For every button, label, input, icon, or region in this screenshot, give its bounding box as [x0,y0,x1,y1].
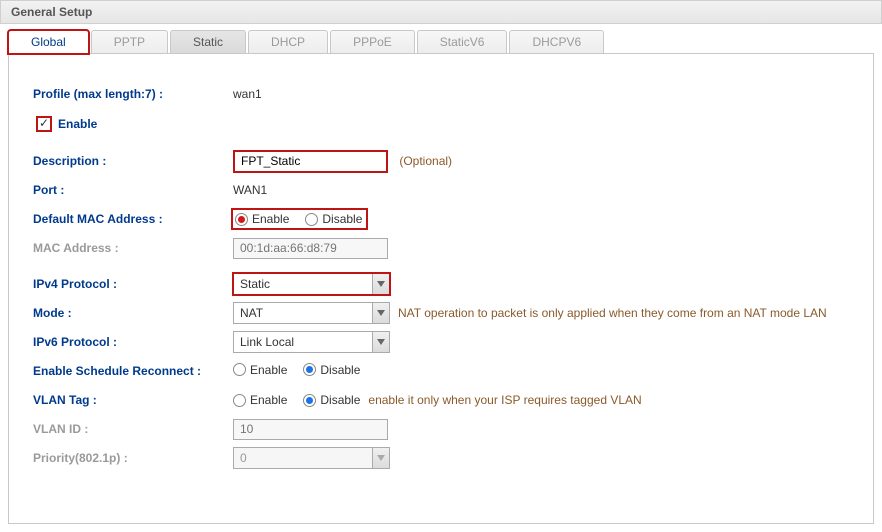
priority-select: 0 [233,447,390,469]
radio-disable-label: Disable [320,393,360,407]
panel-title: General Setup [0,0,882,24]
vlan-radio-group: Enable Disable [233,393,360,407]
schedule-radio-group: Enable Disable [233,363,360,377]
ipv6-select-value: Link Local [233,331,372,353]
chevron-down-icon [372,447,390,469]
priority-label: Priority(802.1p) : [33,451,233,465]
radio-disable-label: Disable [322,212,362,226]
port-label: Port : [33,183,233,197]
chevron-down-icon [372,302,390,324]
tabs-container: Global PPTP Static DHCP PPPoE StaticV6 D… [8,30,874,54]
profile-label: Profile (max length:7) : [33,87,233,101]
vlan-hint: enable it only when your ISP requires ta… [368,393,641,407]
mode-label: Mode : [33,306,233,320]
profile-value: wan1 [233,83,262,105]
tab-staticv6[interactable]: StaticV6 [417,30,508,54]
mode-hint: NAT operation to packet is only applied … [398,306,827,320]
enable-label: Enable [58,117,97,131]
description-label: Description : [33,154,233,168]
description-input[interactable] [233,150,388,173]
tab-content: Profile (max length:7) : wan1 Enable Des… [8,54,874,524]
mode-select-value: NAT [233,302,372,324]
radio-checked-icon [235,213,248,226]
radio-checked-icon [303,363,316,376]
radio-enable-label: Enable [250,393,287,407]
schedule-reconnect-label: Enable Schedule Reconnect : [33,364,233,378]
chevron-down-icon [372,273,390,295]
vlan-id-input [233,419,388,440]
radio-unchecked-icon [233,363,246,376]
radio-checked-icon [303,394,316,407]
radio-enable-label: Enable [250,363,287,377]
schedule-disable-radio[interactable]: Disable [303,363,360,377]
default-mac-disable-radio[interactable]: Disable [305,212,362,226]
vlan-id-label: VLAN ID : [33,422,233,436]
enable-checkbox[interactable] [37,117,51,131]
vlan-enable-radio[interactable]: Enable [233,393,287,407]
tab-dhcp[interactable]: DHCP [248,30,328,54]
tabs: Global PPTP Static DHCP PPPoE StaticV6 D… [8,30,874,54]
ipv6-select[interactable]: Link Local [233,331,390,353]
schedule-enable-radio[interactable]: Enable [233,363,287,377]
tab-static[interactable]: Static [170,30,246,54]
default-mac-enable-radio[interactable]: Enable [235,212,289,226]
radio-disable-label: Disable [320,363,360,377]
priority-select-value: 0 [233,447,372,469]
tab-dhcpv6[interactable]: DHCPV6 [509,30,604,54]
port-value: WAN1 [233,179,267,201]
tab-pptp[interactable]: PPTP [91,30,168,54]
radio-unchecked-icon [233,394,246,407]
ipv4-label: IPv4 Protocol : [33,277,233,291]
mac-address-label: MAC Address : [33,241,233,255]
tab-global[interactable]: Global [8,30,89,54]
vlan-disable-radio[interactable]: Disable [303,393,360,407]
vlan-tag-label: VLAN Tag : [33,393,233,407]
default-mac-radio-group: Enable Disable [233,210,366,228]
radio-unchecked-icon [305,213,318,226]
default-mac-label: Default MAC Address : [33,212,233,226]
ipv4-select[interactable]: Static [233,273,390,295]
mac-address-input [233,238,388,259]
ipv4-select-value: Static [233,273,372,295]
description-hint: (Optional) [399,154,452,168]
ipv6-label: IPv6 Protocol : [33,335,233,349]
mode-select[interactable]: NAT [233,302,390,324]
radio-enable-label: Enable [252,212,289,226]
chevron-down-icon [372,331,390,353]
tab-pppoe[interactable]: PPPoE [330,30,415,54]
